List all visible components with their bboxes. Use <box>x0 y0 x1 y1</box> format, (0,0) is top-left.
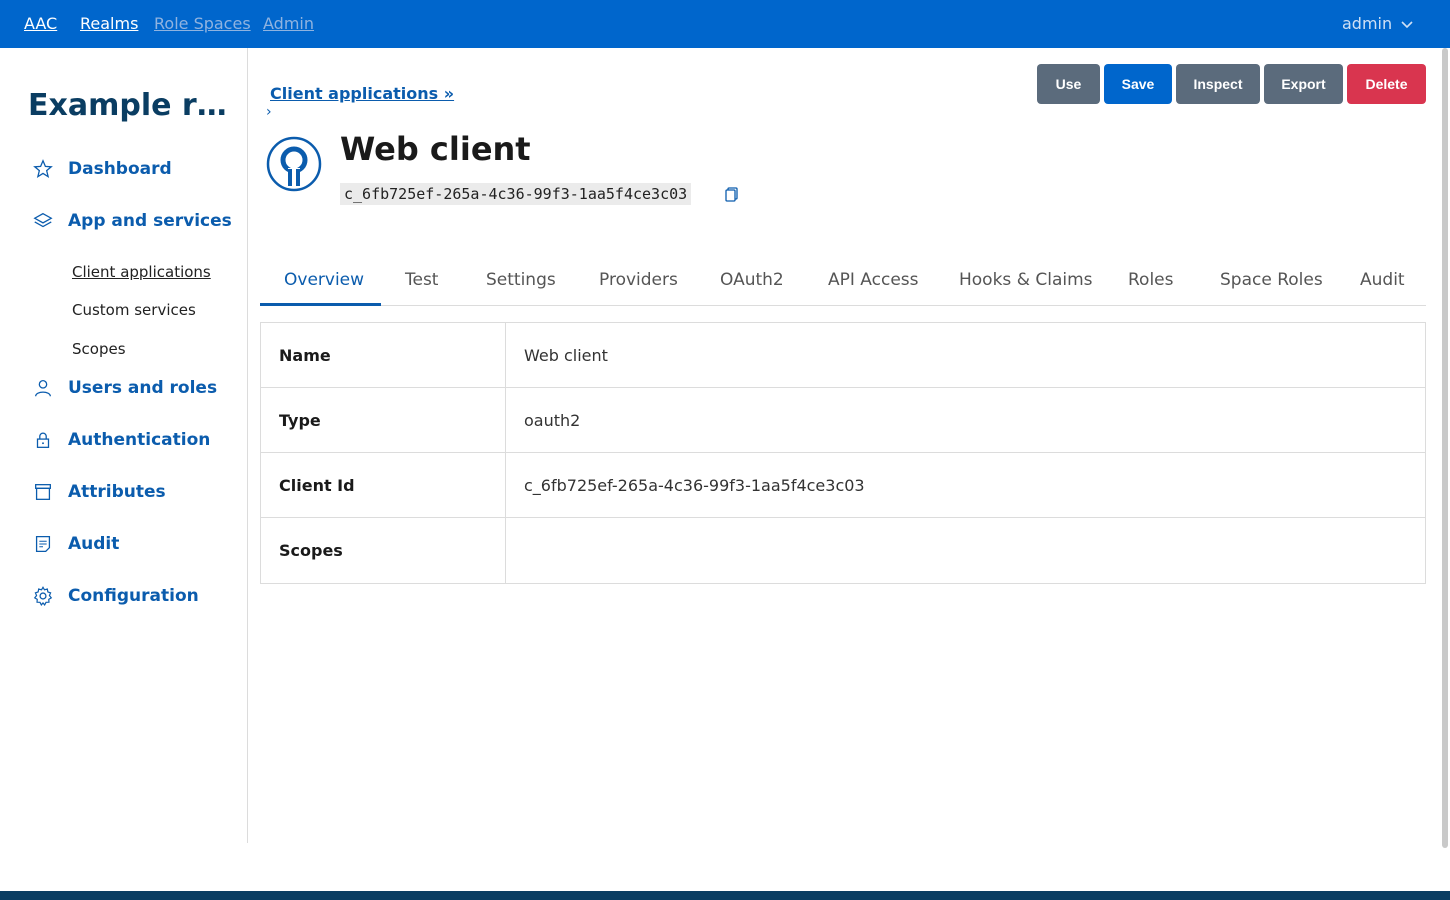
sidebar-item-users-roles[interactable]: Users and roles <box>32 377 217 399</box>
tab-hooks-claims[interactable]: Hooks & Claims <box>959 270 1093 290</box>
tab-api-access[interactable]: API Access <box>828 270 919 290</box>
table-row: Type oauth2 <box>261 388 1425 453</box>
page-title: Web client <box>340 130 531 168</box>
archive-icon <box>32 481 54 503</box>
star-icon <box>32 158 54 180</box>
sidebar-item-label: Attributes <box>68 482 166 502</box>
sidebar-item-audit[interactable]: Audit <box>32 533 119 555</box>
chevron-down-icon <box>1401 20 1413 28</box>
tab-test[interactable]: Test <box>405 270 438 290</box>
top-navbar: AAC Realms Role Spaces Admin admin <box>0 0 1450 48</box>
sidebar-item-label: Audit <box>68 534 120 554</box>
sidebar-item-app-services[interactable]: App and services <box>32 210 232 232</box>
row-value <box>506 518 1425 583</box>
sidebar-subitem-client-applications[interactable]: Client applications <box>72 263 211 281</box>
client-id-code: c_6fb725ef-265a-4c36-99f3-1aa5f4ce3c03 <box>340 183 692 205</box>
client-details-table: Name Web client Type oauth2 Client Id c_… <box>260 322 1426 584</box>
realm-title: Example real... <box>28 88 238 123</box>
sidebar-item-label: App and services <box>68 211 232 231</box>
use-button[interactable]: Use <box>1037 64 1100 104</box>
lock-icon <box>32 429 54 451</box>
row-key: Type <box>261 388 506 452</box>
sidebar-subitem-custom-services[interactable]: Custom services <box>72 301 196 319</box>
gear-icon <box>32 585 54 607</box>
tab-providers[interactable]: Providers <box>599 270 678 290</box>
tab-oauth2[interactable]: OAuth2 <box>720 270 784 290</box>
export-button[interactable]: Export <box>1264 64 1343 104</box>
sidebar: Example real... Dashboard App and servic… <box>0 48 248 843</box>
tab-space-roles[interactable]: Space Roles <box>1220 270 1323 290</box>
user-name: admin <box>1342 14 1393 33</box>
row-key: Scopes <box>261 518 506 583</box>
sidebar-item-label: Configuration <box>68 586 199 606</box>
nav-realms-link[interactable]: Realms <box>80 14 138 33</box>
table-row: Client Id c_6fb725ef-265a-4c36-99f3-1aa5… <box>261 453 1425 518</box>
inspect-button[interactable]: Inspect <box>1176 64 1260 104</box>
nav-admin-link[interactable]: Admin <box>263 14 314 33</box>
sidebar-item-label: Users and roles <box>68 378 218 398</box>
breadcrumb-chevron: › <box>266 104 272 120</box>
tab-roles[interactable]: Roles <box>1128 270 1174 290</box>
delete-button[interactable]: Delete <box>1347 64 1426 104</box>
nav-role-spaces-link[interactable]: Role Spaces <box>154 14 251 33</box>
row-value: oauth2 <box>524 410 581 430</box>
sidebar-item-label: Dashboard <box>68 159 172 179</box>
sidebar-item-label: Authentication <box>68 430 211 450</box>
tab-bar: Overview Test Settings Providers OAuth2 … <box>260 258 1426 306</box>
document-icon <box>32 533 54 555</box>
scrollbar[interactable] <box>1442 48 1448 848</box>
table-row: Name Web client <box>261 323 1425 388</box>
row-value: c_6fb725ef-265a-4c36-99f3-1aa5f4ce3c03 <box>524 475 865 495</box>
sidebar-item-configuration[interactable]: Configuration <box>32 585 199 607</box>
row-key: Name <box>261 323 506 387</box>
footer-bar <box>0 891 1450 900</box>
tab-settings[interactable]: Settings <box>486 270 556 290</box>
layers-icon <box>32 210 54 232</box>
active-tab-indicator <box>260 303 381 306</box>
user-icon <box>32 377 54 399</box>
save-button[interactable]: Save <box>1104 64 1172 104</box>
row-key: Client Id <box>261 453 506 517</box>
copy-icon[interactable] <box>724 186 740 202</box>
sidebar-item-dashboard[interactable]: Dashboard <box>32 158 172 180</box>
user-menu[interactable]: admin <box>1342 14 1414 33</box>
tab-audit[interactable]: Audit <box>1360 270 1405 290</box>
table-row: Scopes <box>261 518 1425 583</box>
breadcrumb-client-applications[interactable]: Client applications » <box>270 84 454 103</box>
row-value: Web client <box>524 345 608 365</box>
tab-overview[interactable]: Overview <box>284 270 364 290</box>
sidebar-subitem-scopes[interactable]: Scopes <box>72 340 126 358</box>
sidebar-item-authentication[interactable]: Authentication <box>32 429 210 451</box>
openid-client-icon <box>266 136 322 192</box>
brand-link[interactable]: AAC <box>24 14 57 33</box>
sidebar-item-attributes[interactable]: Attributes <box>32 481 166 503</box>
